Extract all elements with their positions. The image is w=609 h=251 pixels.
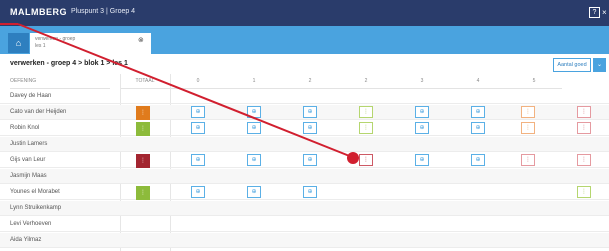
tab-sublabel: les 1	[35, 43, 46, 49]
exercise-result-icon[interactable]: ⊕	[471, 106, 485, 118]
header-col-2[interactable]: 2	[282, 74, 338, 89]
top-bar: MALMBERG Pluspunt 3 | Groep 4 ? ×	[0, 0, 609, 26]
header-col-4[interactable]: 4	[450, 74, 506, 89]
student-name[interactable]: Jasmijn Maas	[10, 173, 47, 179]
student-name[interactable]: Davey de Haan	[10, 93, 51, 99]
exercise-result-icon[interactable]: ⊕	[471, 154, 485, 166]
header-col-3[interactable]: 3	[394, 74, 450, 89]
exercise-result-icon[interactable]: ⊕	[415, 154, 429, 166]
header-col-1[interactable]: 1	[226, 74, 282, 89]
tab-label: verwerken - groep	[35, 36, 76, 42]
exercise-result-icon[interactable]: ⊕	[415, 106, 429, 118]
help-button[interactable]: ?	[589, 7, 600, 18]
table-row: Justin Lamers	[0, 137, 609, 152]
header-col-5[interactable]: 5	[506, 74, 562, 89]
tab-close-icon[interactable]: ⊗	[138, 36, 144, 44]
student-name[interactable]: Younes el Morabet	[10, 189, 60, 195]
exercise-result-icon[interactable]: ⊕	[303, 186, 317, 198]
exercise-result-icon[interactable]: ⊕	[247, 186, 261, 198]
exercise-result-icon[interactable]: ⊕	[247, 122, 261, 134]
student-name[interactable]: Cato van der Heijden	[10, 109, 66, 115]
exercise-result-icon[interactable]: ⋮	[521, 154, 535, 166]
student-name[interactable]: Robin Knol	[10, 125, 39, 131]
home-icon[interactable]: ⌂	[8, 33, 29, 53]
table-row: Lynn Struikenkamp	[0, 201, 609, 216]
header-totaal: TOTAAL	[120, 74, 170, 89]
student-name[interactable]: Justin Lamers	[10, 141, 47, 147]
header-oefening: OEFENING	[10, 74, 110, 89]
chevron-down-icon[interactable]: ⌄	[593, 58, 606, 72]
exercise-result-icon[interactable]: ⊕	[191, 186, 205, 198]
exercise-result-icon[interactable]: ⋮	[577, 106, 591, 118]
breadcrumb: Pluspunt 3 | Groep 4	[71, 8, 136, 15]
table-row: Davey de Haan	[0, 89, 609, 104]
exercise-result-icon[interactable]: ⋮	[359, 154, 373, 166]
table-row: Levi Verhoeven	[0, 217, 609, 232]
student-name[interactable]: Levi Verhoeven	[10, 221, 51, 227]
exercise-result-icon[interactable]: ⊕	[303, 122, 317, 134]
total-score-icon[interactable]: ⋮	[136, 122, 150, 136]
exercise-result-icon[interactable]: ⋮	[577, 186, 591, 198]
header-col-2b[interactable]: 2	[338, 74, 394, 89]
table-row: Jasmijn Maas	[0, 169, 609, 184]
student-name[interactable]: Aida Yilmaz	[10, 237, 41, 243]
exercise-result-icon[interactable]: ⊕	[303, 106, 317, 118]
exercise-result-icon[interactable]: ⊕	[471, 122, 485, 134]
exercise-result-icon[interactable]: ⋮	[359, 122, 373, 134]
exercise-result-icon[interactable]: ⋮	[521, 106, 535, 118]
tab-verwerken[interactable]: verwerken - groep les 1 ⊗	[30, 33, 151, 54]
exercise-result-icon[interactable]: ⊕	[247, 106, 261, 118]
total-score-icon[interactable]: ⋮	[136, 154, 150, 168]
exercise-result-icon[interactable]: ⋮	[577, 122, 591, 134]
exercise-result-icon[interactable]: ⊕	[191, 122, 205, 134]
exercise-result-icon[interactable]: ⊕	[415, 122, 429, 134]
exercise-result-icon[interactable]: ⊕	[303, 154, 317, 166]
page-title: verwerken - groep 4 > blok 1 > les 1	[10, 60, 128, 67]
exercise-result-icon[interactable]: ⊕	[247, 154, 261, 166]
title-bar: verwerken - groep 4 > blok 1 > les 1 Aan…	[0, 54, 609, 74]
student-name[interactable]: Lynn Struikenkamp	[10, 205, 61, 211]
student-name[interactable]: Gijs van Leur	[10, 157, 45, 163]
close-button[interactable]: ×	[602, 7, 609, 18]
exercise-result-icon[interactable]: ⋮	[359, 106, 373, 118]
exercise-result-icon[interactable]: ⋮	[577, 154, 591, 166]
exercise-result-icon[interactable]: ⊕	[191, 154, 205, 166]
results-table: OEFENING TOTAAL 0 1 2 2 3 4 5 Davey de H…	[0, 74, 609, 251]
header-col-0[interactable]: 0	[170, 74, 226, 89]
malmberg-logo: MALMBERG	[10, 7, 67, 17]
table-row: Aida Yilmaz	[0, 233, 609, 248]
total-score-icon[interactable]: ⋮	[136, 106, 150, 120]
total-score-icon[interactable]: ⋮	[136, 186, 150, 200]
tab-bar: ⌂ verwerken - groep les 1 ⊗	[0, 26, 609, 54]
aantal-goed-button[interactable]: Aantal goed	[553, 58, 591, 72]
exercise-result-icon[interactable]: ⋮	[521, 122, 535, 134]
exercise-result-icon[interactable]: ⊕	[191, 106, 205, 118]
